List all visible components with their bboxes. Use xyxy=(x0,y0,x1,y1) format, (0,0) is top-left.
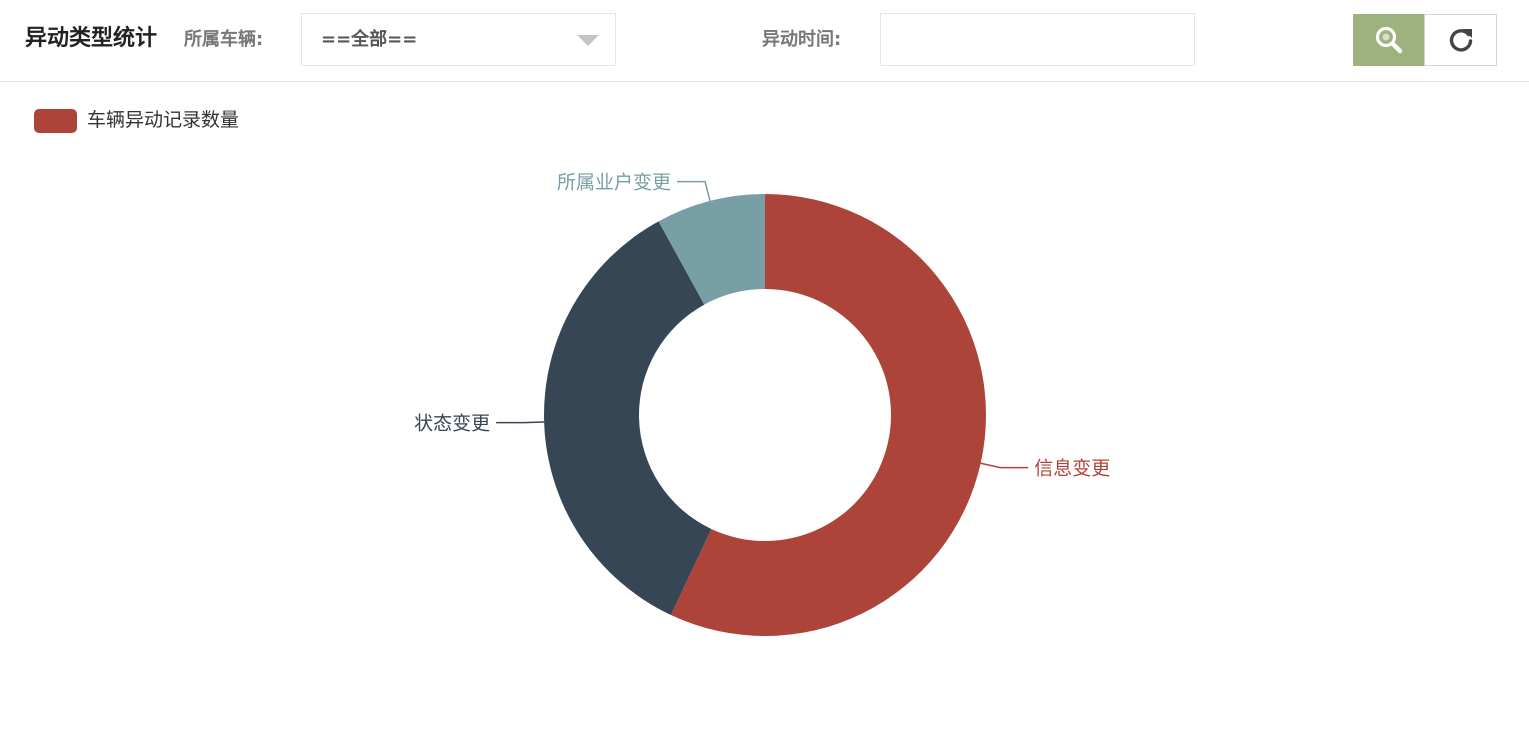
donut-chart: 信息变更 状态变更 所属业户变更 xyxy=(414,172,1110,636)
slice-label-line xyxy=(496,421,545,424)
slice-label: 信息变更 xyxy=(1034,458,1110,480)
slice-label: 状态变更 xyxy=(414,413,490,435)
chart-slices xyxy=(543,194,986,636)
slice-label: 所属业户变更 xyxy=(557,172,671,194)
slice-label-line xyxy=(980,462,1029,469)
pie-slice[interactable] xyxy=(543,221,712,615)
slice-label-line xyxy=(677,180,711,202)
